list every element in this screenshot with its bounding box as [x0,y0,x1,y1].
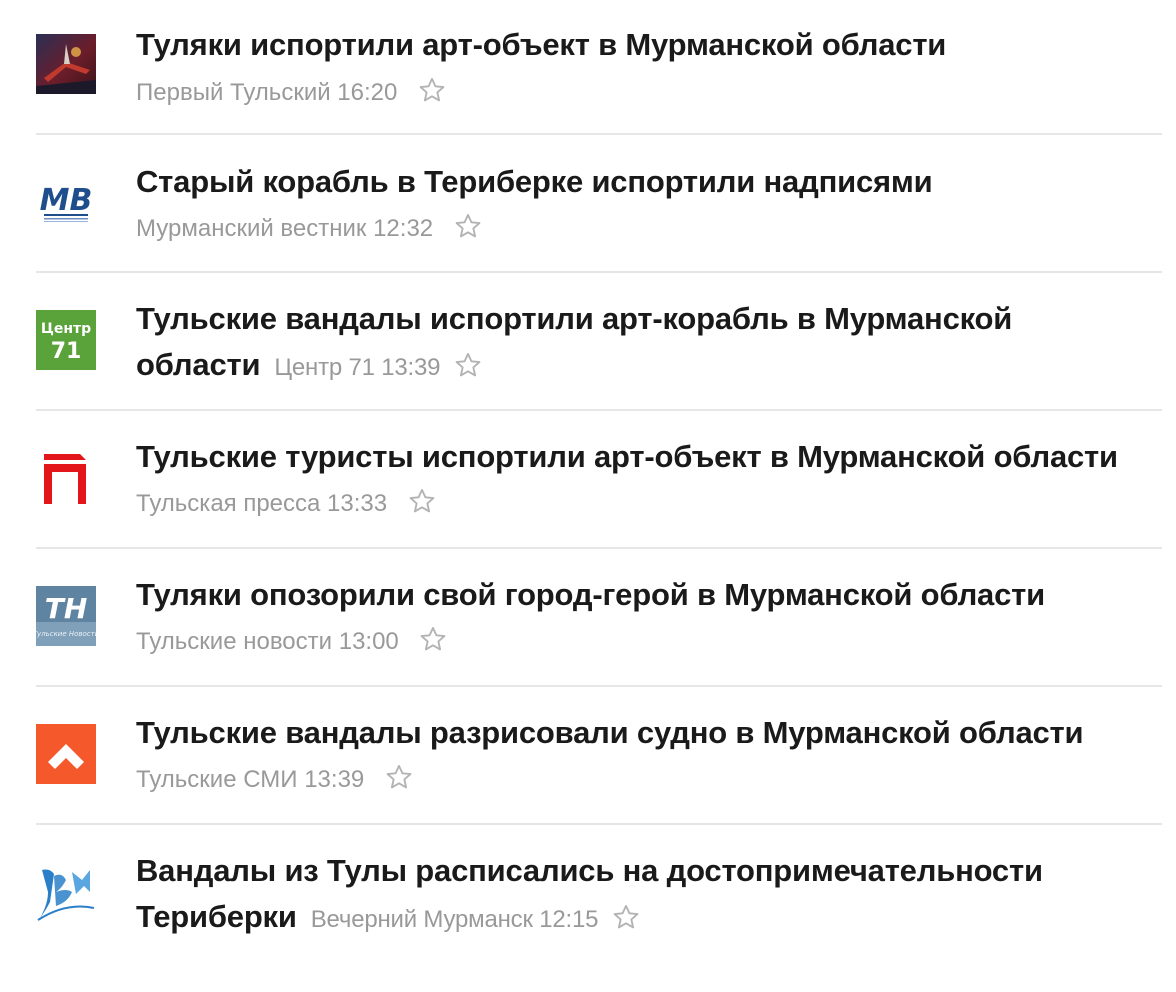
tulskaya-pressa-logo-icon [36,448,96,508]
news-item[interactable]: Центр 71 Тульские вандалы испортили арт-… [36,301,1162,410]
separator [36,133,1162,135]
star-icon[interactable] [385,763,413,791]
news-source[interactable]: Вечерний Мурманск [311,906,533,933]
star-icon[interactable] [454,212,482,240]
news-headline[interactable]: Старый корабль в Териберке испортили над… [136,159,1162,205]
separator [36,409,1162,411]
news-time: 13:39 [381,354,441,381]
news-headline[interactable]: Вандалы из Тулы расписались на достоприм… [136,848,1162,943]
star-icon[interactable] [454,351,482,379]
news-meta: Первый Тульский 16:20 [136,70,1162,116]
tulskie-smi-logo-icon [36,724,96,784]
star-icon[interactable] [408,487,436,515]
svg-text:МВ: МВ [40,183,93,218]
svg-text:Тульские Новости: Тульские Новости [36,630,96,638]
news-time: 13:00 [338,628,399,655]
separator [36,685,1162,687]
news-headline[interactable]: Тульские туристы испортили арт-объект в … [136,434,1162,480]
news-item[interactable]: Вандалы из Тулы расписались на достоприм… [36,853,1162,962]
news-item[interactable]: МВ Старый корабль в Териберке испортили … [36,164,1162,242]
news-source[interactable]: Тульская пресса [136,490,320,517]
news-meta: Тульская пресса 13:33 [136,481,1162,527]
news-meta: Центр 71 13:39 [274,351,482,381]
news-headline[interactable]: Туляки испортили арт-объект в Мурманской… [136,22,1162,68]
news-time: 16:20 [337,79,398,106]
news-item[interactable]: Туляки испортили арт-объект в Мурманской… [36,27,1162,106]
news-source[interactable]: Тульские СМИ [136,766,298,793]
news-source[interactable]: Тульские новости [136,628,332,655]
vecherniy-murmansk-logo-icon [36,862,96,922]
centr71-logo-icon: Центр 71 [36,310,96,370]
news-meta: Мурманский вестник 12:32 [136,206,1162,252]
svg-text:TH: TH [45,592,88,625]
news-item[interactable]: TH Тульские Новости Туляки опозорили сво… [36,577,1162,655]
news-item[interactable]: Тульские вандалы разрисовали судно в Мур… [36,715,1162,793]
separator [36,271,1162,273]
news-item[interactable]: Тульские туристы испортили арт-объект в … [36,439,1162,517]
news-meta: Вечерний Мурманск 12:15 [311,903,641,933]
news-headline[interactable]: Туляки опозорили свой город-герой в Мурм… [136,572,1162,618]
svg-text:Центр: Центр [41,321,91,337]
star-icon[interactable] [612,903,640,931]
news-time: 12:32 [373,215,434,242]
news-meta: Тульские СМИ 13:39 [136,757,1162,803]
svg-text:71: 71 [51,339,82,364]
pervyi-tulskiy-logo-icon [36,34,96,94]
news-time: 13:39 [304,766,365,793]
news-source[interactable]: Мурманский вестник [136,215,366,242]
tulskie-novosti-logo-icon: TH Тульские Новости [36,586,96,646]
news-headline[interactable]: Тульские вандалы испортили арт-корабль в… [136,296,1162,391]
news-headline[interactable]: Тульские вандалы разрисовали судно в Мур… [136,710,1162,756]
news-meta: Тульские новости 13:00 [136,619,1162,665]
star-icon[interactable] [419,625,447,653]
separator [36,823,1162,825]
separator [36,547,1162,549]
murmanskiy-vestnik-logo-icon: МВ [36,172,96,232]
news-time: 13:33 [327,490,388,517]
news-source[interactable]: Первый Тульский [136,79,331,106]
news-source[interactable]: Центр 71 [274,354,375,381]
news-time: 12:15 [539,906,599,933]
star-icon[interactable] [418,76,446,104]
